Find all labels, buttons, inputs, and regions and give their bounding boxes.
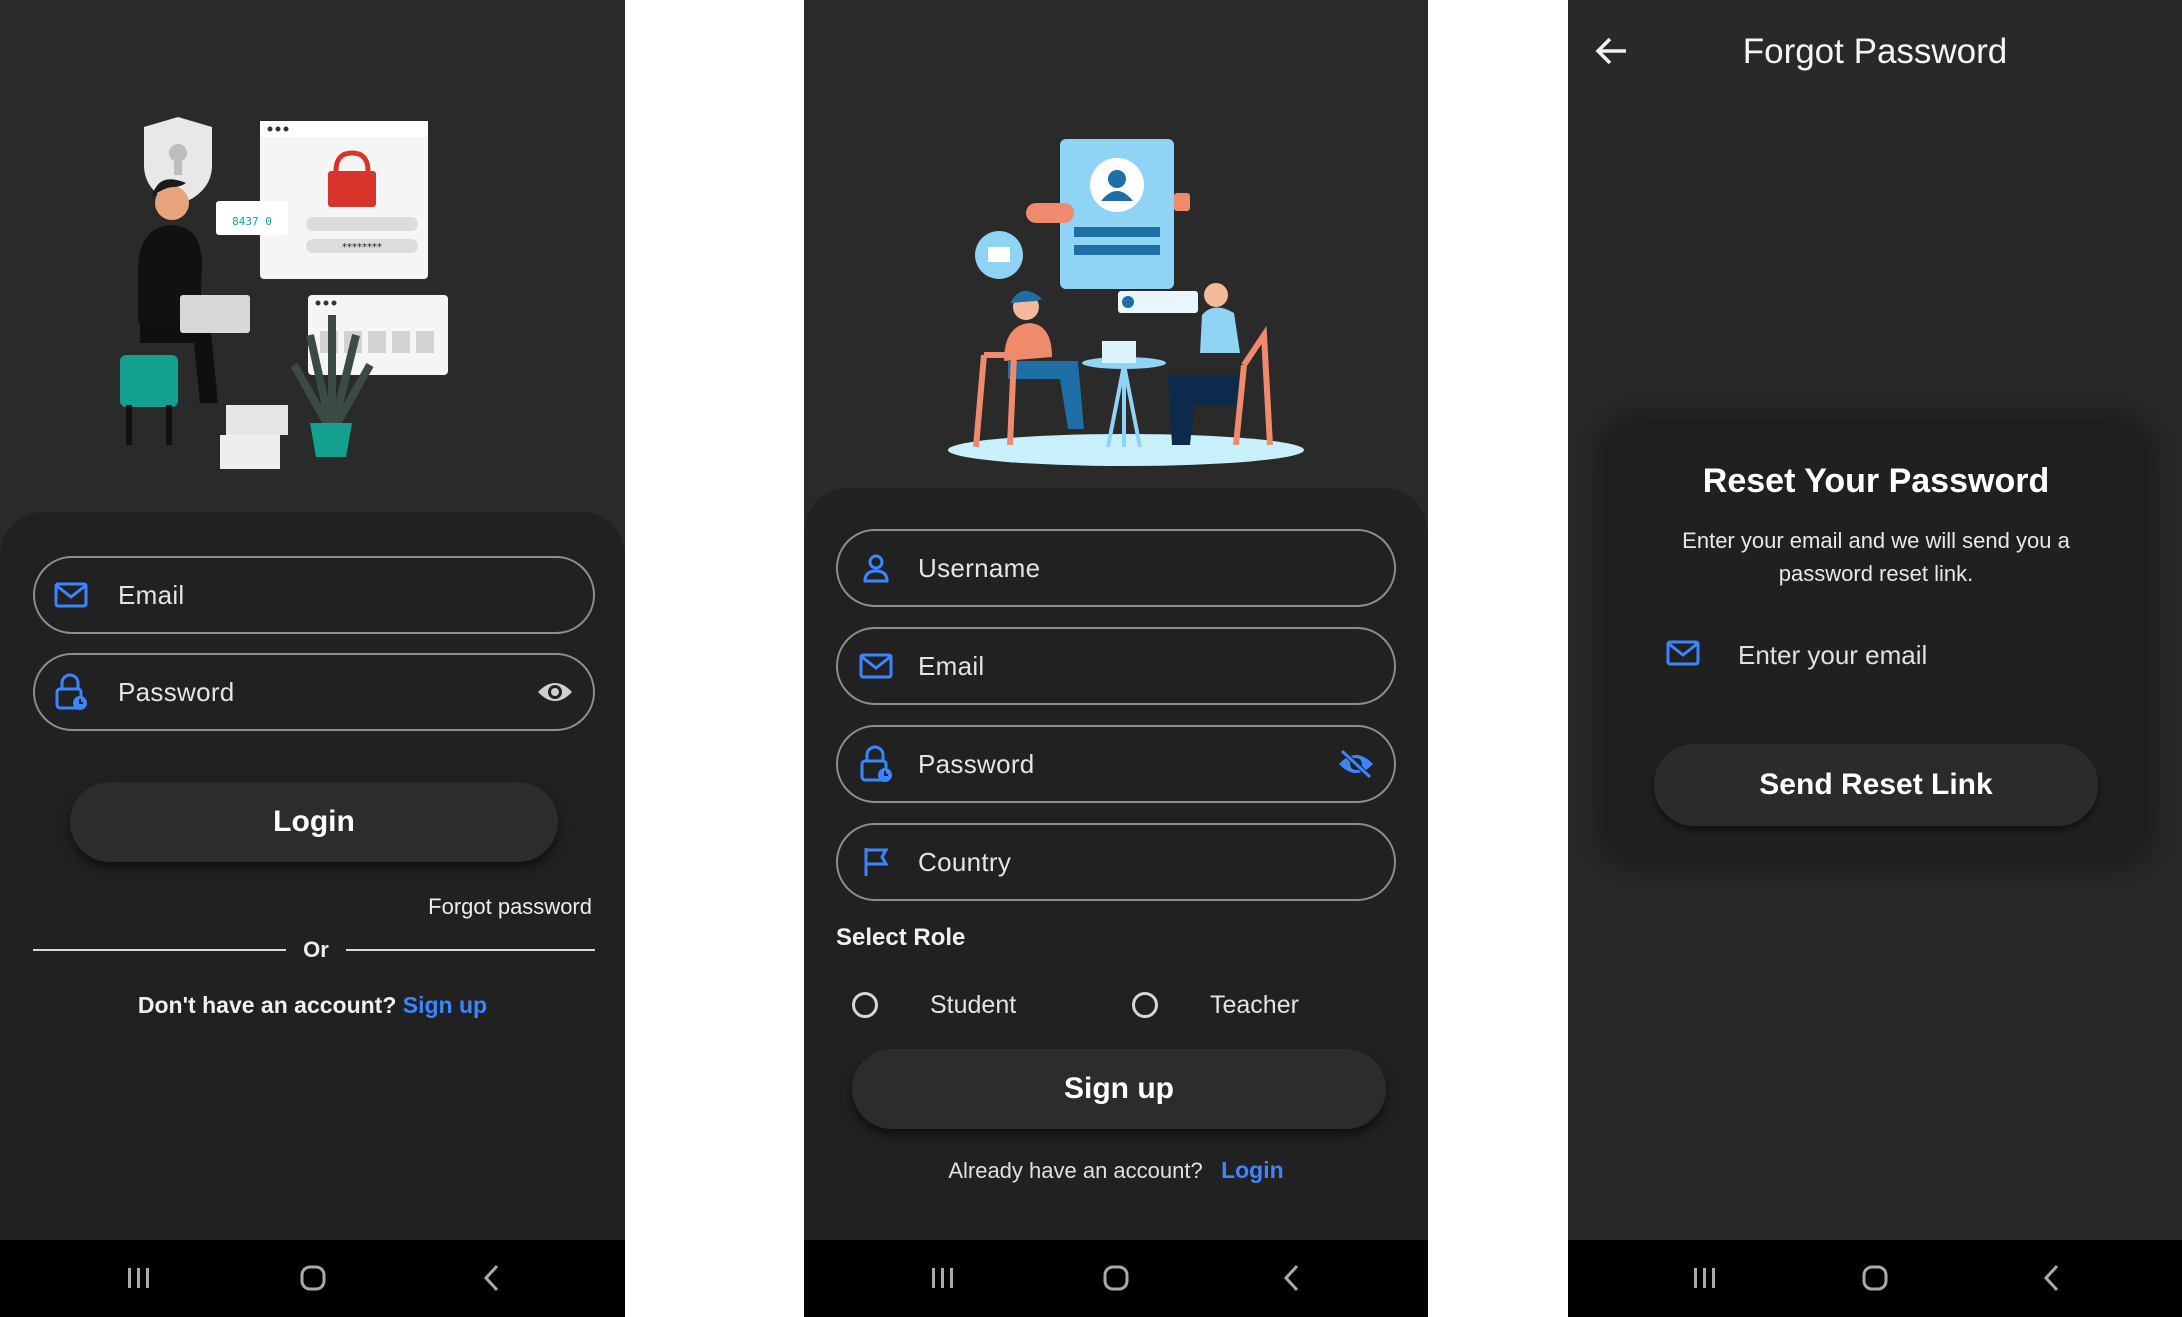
student-label: Student: [930, 991, 1017, 1019]
email-field[interactable]: Email: [836, 627, 1396, 705]
home-icon[interactable]: [1860, 1260, 1890, 1296]
back-chevron-icon[interactable]: [476, 1260, 506, 1296]
role-option-student[interactable]: Student: [852, 988, 1052, 1024]
home-icon[interactable]: [1101, 1260, 1131, 1296]
divider-line-right: [346, 949, 595, 951]
meeting-illustration: [948, 139, 1304, 466]
mail-icon: [858, 648, 894, 684]
no-account-text: Don't have an account?: [137, 992, 397, 1018]
signup-screen: Username Email Password Country Select R…: [804, 0, 1428, 1317]
login-screen: ******** 8437 0 Email Password Login For…: [0, 0, 625, 1317]
username-placeholder: Username: [918, 552, 1041, 583]
email-placeholder: Email: [918, 650, 985, 681]
back-chevron-icon[interactable]: [2036, 1260, 2066, 1296]
email-field[interactable]: Email: [33, 556, 595, 634]
have-account-text: Already have an account?: [948, 1158, 1203, 1183]
login-link[interactable]: Login: [1221, 1157, 1284, 1183]
signup-prompt: Don't have an account? Sign up: [0, 992, 625, 1019]
username-field[interactable]: Username: [836, 529, 1396, 607]
recent-apps-icon[interactable]: [928, 1260, 958, 1296]
recent-apps-icon[interactable]: [124, 1260, 154, 1296]
password-placeholder: Password: [118, 676, 235, 707]
eye-icon[interactable]: [535, 672, 575, 712]
home-icon[interactable]: [298, 1260, 328, 1296]
card-subtitle: Enter your email and we will send you a …: [1682, 528, 2070, 586]
app-bar-title: Forgot Password: [1742, 32, 2008, 71]
login-prompt: Already have an account? Login: [804, 1157, 1428, 1184]
forgot-password-link[interactable]: Forgot password: [428, 894, 592, 920]
email-placeholder: Email: [118, 579, 185, 610]
login-button[interactable]: Login: [70, 782, 558, 862]
select-role-label: Select Role: [836, 924, 966, 951]
app-bar: Forgot Password: [1568, 0, 2182, 110]
forgot-password-screen: Forgot Password Reset Your Password Ente…: [1568, 0, 2182, 1317]
country-placeholder: Country: [918, 846, 1012, 877]
send-reset-link-button[interactable]: Send Reset Link: [1654, 744, 2098, 826]
mail-icon: [1666, 640, 1700, 671]
security-illustration: ******** 8437 0: [120, 117, 448, 469]
system-nav-bar: [1568, 1240, 2182, 1317]
back-chevron-icon[interactable]: [1276, 1260, 1306, 1296]
divider-line-left: [33, 949, 286, 951]
recent-apps-icon[interactable]: [1690, 1260, 1720, 1296]
password-field[interactable]: Password: [33, 653, 595, 731]
svg-text:8437 0: 8437 0: [232, 215, 272, 228]
card-title: Reset Your Password: [1702, 462, 2050, 500]
teacher-radio[interactable]: [1132, 992, 1158, 1018]
eye-off-icon[interactable]: [1336, 744, 1376, 784]
sign-up-button[interactable]: Sign up: [852, 1049, 1386, 1129]
email-placeholder: Enter your email: [1738, 640, 1928, 670]
email-input[interactable]: Enter your email: [1648, 626, 2104, 686]
lock-clock-icon: [53, 673, 89, 710]
sign-up-link[interactable]: Sign up: [403, 992, 487, 1018]
person-icon: [858, 550, 894, 586]
password-field[interactable]: Password: [836, 725, 1396, 803]
password-placeholder: Password: [918, 748, 1035, 779]
svg-text:********: ********: [342, 242, 382, 253]
country-field[interactable]: Country: [836, 823, 1396, 901]
reset-card: Reset Your Password Enter your email and…: [1608, 424, 2144, 858]
mail-icon: [53, 577, 89, 613]
lock-clock-icon: [858, 745, 894, 782]
or-divider: Or: [33, 935, 595, 965]
teacher-label: Teacher: [1210, 991, 1299, 1019]
system-nav-bar: [0, 1240, 625, 1317]
or-label: Or: [303, 937, 329, 962]
flag-icon: [858, 844, 894, 880]
student-radio[interactable]: [852, 992, 878, 1018]
system-nav-bar: [804, 1240, 1428, 1317]
role-option-teacher[interactable]: Teacher: [1132, 988, 1332, 1024]
